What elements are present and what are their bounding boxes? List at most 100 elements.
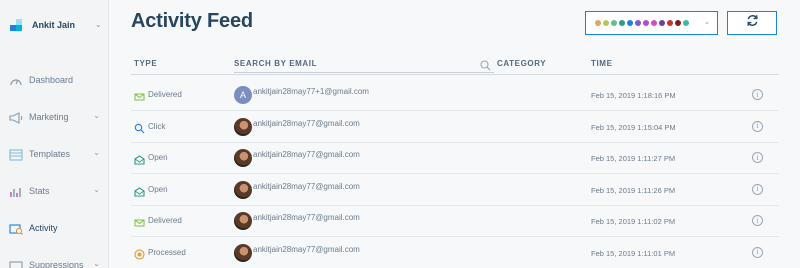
- table-row[interactable]: Click ankitjain28may77@gmail.com Feb 15, 2…: [131, 112, 779, 143]
- avatar: [234, 212, 252, 230]
- chevron-down-icon[interactable]: ⌄: [95, 20, 102, 29]
- search-input-underline: [234, 72, 494, 73]
- color-dot: [603, 20, 609, 26]
- delivered-icon: [134, 215, 145, 227]
- chevron-down-icon: ⌄: [93, 185, 100, 194]
- avatar: [234, 180, 252, 199]
- info-icon[interactable]: i: [752, 120, 763, 132]
- info-icon[interactable]: i: [752, 183, 763, 195]
- recipient-email[interactable]: ankitjain28may77@gmail.com: [253, 245, 360, 254]
- search-icon[interactable]: [480, 58, 491, 76]
- sidebar-item-label: Templates: [29, 149, 71, 159]
- event-time: Feb 15, 2019 1:11:01 PM: [591, 248, 676, 258]
- event-type-label: Delivered: [148, 90, 182, 99]
- color-dot: [635, 20, 641, 26]
- column-header-time: TIME: [591, 59, 613, 68]
- recipient-email[interactable]: ankitjain28may77+1@gmail.com: [253, 87, 369, 96]
- templates-icon: [9, 148, 23, 161]
- info-icon[interactable]: i: [752, 215, 763, 226]
- info-icon[interactable]: i: [752, 246, 763, 258]
- color-dot: [595, 20, 601, 26]
- chevron-down-icon: ⌄: [704, 19, 710, 26]
- color-dot: [643, 20, 649, 26]
- sendgrid-logo-icon: [10, 18, 23, 31]
- avatar: [234, 243, 252, 262]
- refresh-icon: [746, 14, 759, 32]
- color-dot: [627, 20, 633, 26]
- event-type-label: Processed: [148, 247, 186, 257]
- color-dot: [651, 20, 657, 26]
- color-dot: [683, 20, 689, 26]
- chart-icon: [9, 185, 23, 197]
- recipient-email[interactable]: ankitjain28may77@gmail.com: [253, 213, 360, 222]
- event-type: Open: [134, 152, 168, 165]
- event-type-label: Click: [148, 121, 166, 131]
- refresh-button[interactable]: [727, 11, 777, 35]
- color-dot: [667, 20, 673, 26]
- account-switcher[interactable]: Ankit Jain: [10, 18, 75, 31]
- sidebar-item-templates[interactable]: Templates ⌄: [9, 146, 104, 162]
- sidebar-item-label: Marketing: [29, 112, 69, 122]
- sidebar-item-label: Stats: [29, 186, 50, 196]
- suppressions-icon: [9, 259, 23, 268]
- sidebar-item-dashboard[interactable]: Dashboard: [9, 72, 104, 88]
- sidebar-item-label: Activity: [29, 223, 58, 233]
- activity-icon: [9, 222, 23, 235]
- event-type: Click: [134, 121, 166, 133]
- recipient-email[interactable]: ankitjain28may77@gmail.com: [253, 182, 360, 191]
- table-header: TYPE SEARCH BY EMAIL CATEGORY TIME: [131, 55, 779, 75]
- chevron-down-icon: ⌄: [93, 111, 100, 120]
- event-type: Delivered: [134, 215, 182, 227]
- event-type-label: Delivered: [148, 216, 182, 225]
- open-icon: [134, 184, 145, 197]
- table-row[interactable]: Processed ankitjain28may77@gmail.com Feb 1…: [131, 238, 779, 268]
- click-icon: [134, 121, 145, 133]
- table-row[interactable]: Open ankitjain28may77@gmail.com Feb 15, 20…: [131, 143, 779, 174]
- open-icon: [134, 152, 145, 165]
- user-name: Ankit Jain: [32, 19, 76, 30]
- event-time: Feb 15, 2019 1:11:02 PM: [591, 217, 676, 226]
- sidebar-item-suppressions[interactable]: Suppressions ⌄: [9, 257, 104, 268]
- event-time: Feb 15, 2019 1:11:26 PM: [591, 185, 676, 195]
- event-time: Feb 15, 2019 1:11:27 PM: [591, 154, 676, 163]
- chevron-down-icon: ⌄: [93, 259, 100, 268]
- column-header-type: TYPE: [134, 59, 158, 68]
- table-row[interactable]: Delivered Aankitjain28may77+1@gmail.com Fe…: [131, 80, 779, 111]
- chevron-down-icon: ⌄: [93, 148, 100, 157]
- sidebar-item-stats[interactable]: Stats ⌄: [9, 183, 104, 199]
- event-time: Feb 15, 2019 1:18:16 PM: [591, 91, 676, 100]
- info-icon[interactable]: i: [752, 89, 763, 100]
- info-icon[interactable]: i: [752, 152, 763, 163]
- avatar: [234, 149, 252, 167]
- column-header-category: CATEGORY: [497, 59, 547, 68]
- recipient-email[interactable]: ankitjain28may77@gmail.com: [253, 119, 360, 128]
- table-row[interactable]: Open ankitjain28may77@gmail.com Feb 15, 20…: [131, 175, 779, 206]
- main-content: Activity Feed ⌄ TYPE SEARCH BY EMAIL CAT…: [110, 0, 800, 268]
- sidebar-item-activity[interactable]: Activity: [9, 220, 104, 236]
- color-dot: [659, 20, 665, 26]
- event-type-label: Open: [148, 153, 168, 162]
- event-type: Delivered: [134, 89, 182, 101]
- color-dot: [611, 20, 617, 26]
- processed-icon: [134, 247, 145, 260]
- color-dot: [619, 20, 625, 26]
- delivered-icon: [134, 89, 145, 101]
- sidebar-item-marketing[interactable]: Marketing ⌄: [9, 109, 104, 125]
- color-filter-select[interactable]: ⌄: [585, 11, 718, 35]
- sidebar-item-label: Dashboard: [29, 75, 74, 85]
- page-title: Activity Feed: [131, 10, 253, 32]
- sidebar: Ankit Jain ⌄ Dashboard Marketing ⌄ Templ…: [0, 0, 109, 268]
- megaphone-icon: [9, 111, 23, 124]
- avatar: A: [234, 86, 252, 104]
- color-dot: [675, 20, 681, 26]
- sidebar-item-label: Suppressions: [29, 260, 84, 268]
- table-row[interactable]: Delivered ankitjain28may77@gmail.com Feb 1…: [131, 206, 779, 237]
- event-type: Open: [134, 184, 168, 197]
- avatar: [234, 117, 252, 136]
- event-time: Feb 15, 2019 1:15:04 PM: [591, 122, 676, 132]
- search-by-email-input[interactable]: SEARCH BY EMAIL: [234, 59, 317, 68]
- event-type-label: Open: [148, 184, 168, 194]
- recipient-email[interactable]: ankitjain28may77@gmail.com: [253, 150, 360, 159]
- event-type: Processed: [134, 247, 186, 260]
- gauge-icon: [9, 74, 23, 86]
